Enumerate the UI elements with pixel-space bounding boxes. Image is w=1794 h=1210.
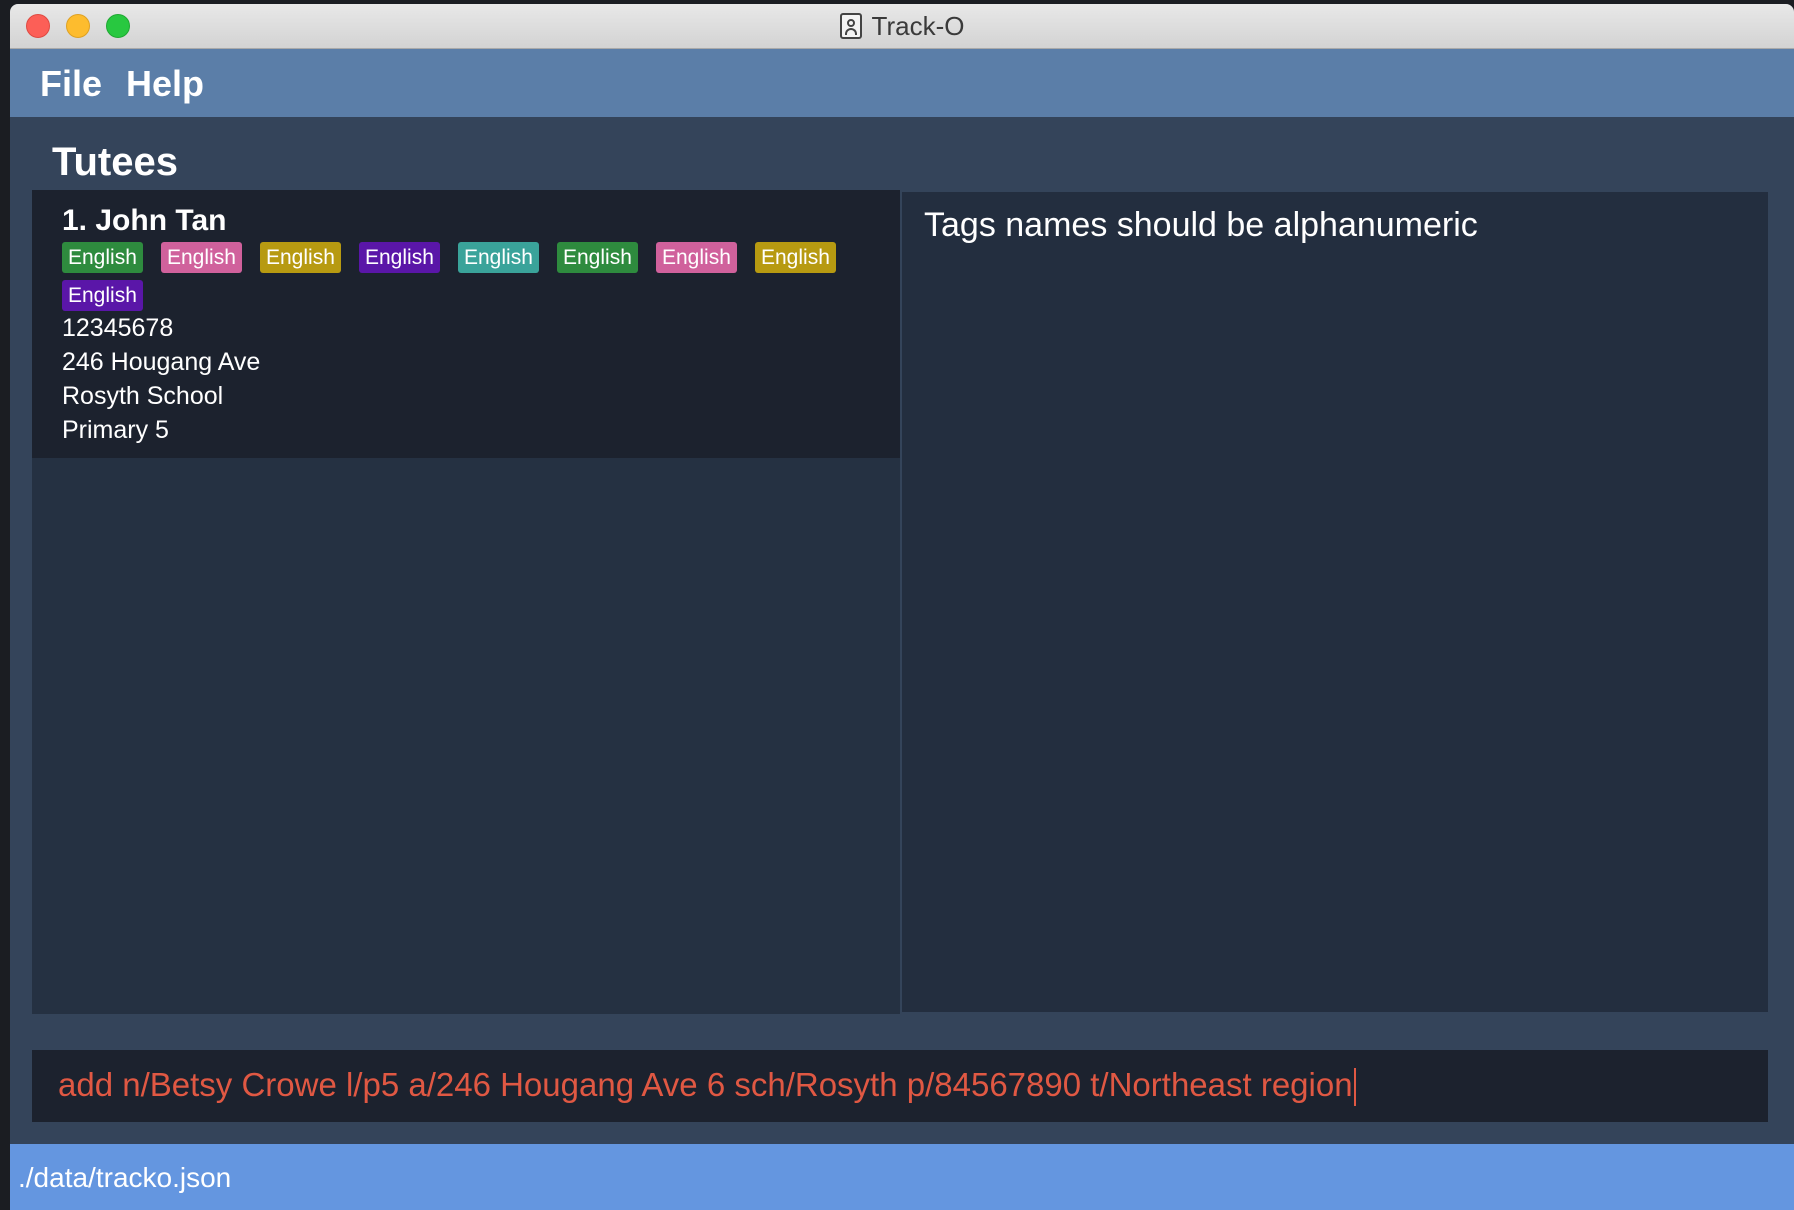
window-title: Track-O [871,10,965,41]
tutee-card[interactable]: 1. John Tan English English English Engl… [32,190,900,458]
tutee-school: Rosyth School [62,382,224,410]
window-title-area: Track-O [10,4,1794,48]
command-value: add n/Betsy Crowe l/p5 a/246 Hougang Ave… [58,1066,1353,1103]
menu-file[interactable]: File [40,63,102,105]
tag-badge: English [755,242,836,273]
result-message: Tags names should be alphanumeric [924,206,1478,244]
tutee-phone: 12345678 [62,314,174,342]
save-file-path: ./data/tracko.json [18,1162,232,1193]
command-input[interactable]: add n/Betsy Crowe l/p5 a/246 Hougang Ave… [32,1050,1768,1122]
tag-badge: English [161,242,242,273]
command-text-wrapper: add n/Betsy Crowe l/p5 a/246 Hougang Ave… [58,1066,1356,1107]
tag-badge: English [557,242,638,273]
tag-badge: English [260,242,341,273]
tag-badge: English [458,242,539,273]
tag-badge: English [62,242,143,273]
result-display[interactable]: Tags names should be alphanumeric [902,192,1768,1012]
app-window: Track-O File Help Tutees 1. John Tan Eng… [10,4,1794,1210]
address-book-icon [839,13,862,39]
title-bar[interactable]: Track-O [10,4,1794,49]
menu-help[interactable]: Help [126,63,204,105]
tag-badge: English [656,242,737,273]
tutee-address: 246 Hougang Ave [62,348,261,376]
tutees-heading: Tutees [52,140,178,184]
tutee-list[interactable]: 1. John Tan English English English Engl… [32,190,900,1014]
tutee-name: 1. John Tan [62,204,227,237]
menu-bar: File Help [10,49,1794,117]
tag-badge: English [62,280,143,311]
status-bar: ./data/tracko.json [10,1144,1794,1210]
text-caret [1353,1068,1356,1107]
tag-badge: English [359,242,440,273]
tutee-level: Primary 5 [62,416,169,444]
